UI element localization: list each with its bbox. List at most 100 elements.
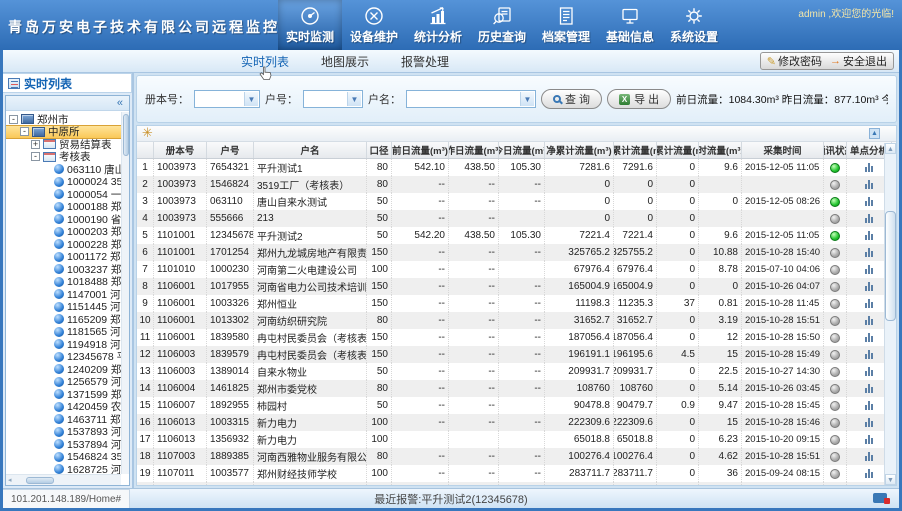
table-row[interactable]: 13 1106003 1389014 自来水物业 50 -- -- -- 209… [137, 363, 884, 380]
table-row[interactable]: 10 1106001 1013302 河南纺织研究院 80 -- -- -- 3… [137, 312, 884, 329]
column-header-prev-flow[interactable]: 前日流量(m³) [392, 142, 449, 158]
analysis-chart-icon[interactable] [865, 333, 873, 342]
tree-hscrollbar-thumb[interactable] [26, 477, 54, 484]
analysis-chart-icon[interactable] [865, 248, 873, 257]
nav-item-statistics[interactable]: 统计分析 [406, 0, 470, 50]
column-header-negative-total[interactable]: 负累计流量(m³) [657, 142, 699, 158]
chevron-down-icon[interactable]: ▼ [244, 92, 258, 106]
nav-item-archive[interactable]: 档案管理 [534, 0, 598, 50]
tree-toggle-icon[interactable] [9, 115, 18, 124]
table-row[interactable]: 8 1106001 1017955 河南省电力公司技术培训中心 150 -- -… [137, 278, 884, 295]
analysis-chart-icon[interactable] [865, 316, 873, 325]
analysis-chart-icon[interactable] [865, 384, 873, 393]
tree-toggle-icon[interactable] [31, 152, 40, 161]
analysis-chart-icon[interactable] [865, 265, 873, 274]
tree-toggle-icon[interactable] [31, 140, 40, 149]
search-button[interactable]: 查 询 [541, 89, 602, 109]
column-header-name[interactable]: 户名 [254, 142, 367, 158]
scroll-down-arrow[interactable]: ▼ [885, 474, 896, 485]
refresh-flower-icon[interactable]: ✳ [142, 125, 153, 141]
cell-instant-flow: 9.47 [699, 397, 742, 414]
table-row[interactable]: 2 1003973 1546824 3519工厂（考核表） 80 -- -- -… [137, 176, 884, 193]
nav-label: 统计分析 [414, 28, 462, 45]
scroll-left-arrow[interactable]: ◂ [6, 476, 14, 484]
nav-item-realtime-monitor[interactable]: 实时监测 [278, 0, 342, 50]
table-row[interactable]: 5 1101001 12345678 平升测试2 50 542.20 438.5… [137, 227, 884, 244]
customer-name-select[interactable]: ▼ [406, 90, 536, 108]
cell-name: 新力电力 [254, 414, 367, 431]
tree-horizontal-scrollbar[interactable]: ◂ [6, 474, 121, 485]
scroll-up-arrow[interactable]: ▲ [885, 143, 896, 154]
table-row[interactable]: 14 1106004 1461825 郑州市委党校 80 -- -- -- 10… [137, 380, 884, 397]
table-row[interactable]: 11 1106001 1839580 冉屯村民委员会（考核表） 150 -- -… [137, 329, 884, 346]
top-header: 青岛万安电子技术有限公司远程监控系统 admin ,欢迎您的光临! 实时监测 设… [0, 0, 902, 50]
nav-item-basic-info[interactable]: 基础信息 [598, 0, 662, 50]
analysis-chart-icon[interactable] [865, 452, 873, 461]
grid-scrollbar-thumb[interactable] [885, 211, 896, 321]
analysis-chart-icon[interactable] [865, 299, 873, 308]
column-header-book[interactable]: 册本号 [154, 142, 207, 158]
nav-item-device-maintenance[interactable]: 设备维护 [342, 0, 406, 50]
column-header-collect-time[interactable]: 采集时间 [742, 142, 824, 158]
chevron-down-icon[interactable]: ▼ [520, 92, 534, 106]
chevron-down-icon[interactable]: ▼ [347, 92, 361, 106]
column-header-diameter[interactable]: 口径 [367, 142, 392, 158]
analysis-chart-icon[interactable] [865, 350, 873, 359]
analysis-chart-icon[interactable] [865, 418, 873, 427]
table-row[interactable]: 9 1106001 1003326 郑州恒业 150 -- -- -- 1119… [137, 295, 884, 312]
sidebar-collapse-button[interactable]: « [6, 96, 129, 111]
table-row[interactable]: 17 1106013 1356932 新力电力 100 65018.8 6501… [137, 431, 884, 448]
book-number-select[interactable]: ▼ [194, 90, 260, 108]
table-row[interactable]: 4 1003973 555666 213 50 -- -- 0 0 0 [137, 210, 884, 227]
logout-button[interactable]: →安全退出 [830, 53, 887, 69]
table-row[interactable]: 15 1106007 1892955 柿园村 50 -- -- 90478.8 … [137, 397, 884, 414]
change-password-button[interactable]: ✎修改密码 [767, 53, 822, 69]
column-header-instant-flow[interactable]: 瞬时流量(m³/h) [699, 142, 742, 158]
table-row[interactable]: 6 1101001 1701254 郑州九龙城房地产有限责任公司（1 150 -… [137, 244, 884, 261]
tree-node-icon [54, 314, 64, 324]
column-header-comm-status[interactable]: 通讯状态 [824, 142, 847, 158]
table-row[interactable]: 16 1106013 1003315 新力电力 100 -- -- -- 222… [137, 414, 884, 431]
column-header-net-total[interactable]: 净累计流量(m³) [545, 142, 614, 158]
account-number-select[interactable]: ▼ [303, 90, 363, 108]
table-row[interactable]: 18 1107003 1889385 河南西雅物业服务有限公司 80 -- --… [137, 448, 884, 465]
tab-map-display[interactable]: 地图展示 [321, 53, 369, 70]
column-header-today-flow[interactable]: 今日流量(m³) [499, 142, 545, 158]
table-row[interactable]: 12 1106003 1839579 冉屯村民委员会（考核表） 150 -- -… [137, 346, 884, 363]
analysis-chart-icon[interactable] [865, 180, 873, 189]
grid-vertical-scrollbar[interactable]: ▲ ▼ [884, 143, 896, 485]
analysis-chart-icon[interactable] [865, 214, 873, 223]
column-header-account[interactable]: 户号 [207, 142, 254, 158]
analysis-chart-icon[interactable] [865, 231, 873, 240]
export-button[interactable]: 导 出 [607, 89, 671, 109]
analysis-chart-icon[interactable] [865, 401, 873, 410]
cell-account: 1017955 [207, 278, 254, 295]
table-row[interactable]: 3 1003973 063110 唐山自来水测试 50 -- -- -- 0 0 [137, 193, 884, 210]
analysis-chart-icon[interactable] [865, 469, 873, 478]
analysis-chart-icon[interactable] [865, 367, 873, 376]
table-row[interactable]: 1 1003973 7654321 平升测试1 80 542.10 438.50… [137, 159, 884, 176]
tree-toggle-icon[interactable] [20, 127, 29, 136]
tab-alarm-handling[interactable]: 报警处理 [401, 53, 449, 70]
nav-item-history-query[interactable]: 历史查询 [470, 0, 534, 50]
analysis-chart-icon[interactable] [865, 163, 873, 172]
cell-name: 郑州财经技师学校 [254, 465, 367, 482]
nav-item-system-settings[interactable]: 系统设置 [662, 0, 726, 50]
cell-today-flow: -- [499, 346, 545, 363]
column-header-yesterday-flow[interactable]: 昨日流量(m³) [449, 142, 499, 158]
table-row[interactable]: 7 1101010 1000230 河南第二火电建设公司 100 -- -- 6… [137, 261, 884, 278]
table-row[interactable]: 20 1111001 1638495 郑州市第九人民医院 80 -- -- --… [137, 482, 884, 485]
tree-vertical-scrollbar[interactable] [121, 112, 129, 474]
tree-node-icon [54, 252, 64, 262]
tree-node[interactable]: 1628725 河南省五 [6, 463, 121, 474]
panel-collapse-icon[interactable]: ▲ [869, 128, 880, 139]
column-header-rownum[interactable] [137, 142, 154, 158]
analysis-chart-icon[interactable] [865, 197, 873, 206]
analysis-chart-icon[interactable] [865, 282, 873, 291]
column-header-positive-total[interactable]: 正累计流量(m³) [614, 142, 657, 158]
analysis-chart-icon[interactable] [865, 435, 873, 444]
tree-scrollbar-thumb[interactable] [123, 114, 129, 156]
table-row[interactable]: 19 1107011 1003577 郑州财经技师学校 100 -- -- --… [137, 465, 884, 482]
table-body: 1 1003973 7654321 平升测试1 80 542.10 438.50… [137, 159, 896, 485]
cell-today-flow: -- [499, 363, 545, 380]
